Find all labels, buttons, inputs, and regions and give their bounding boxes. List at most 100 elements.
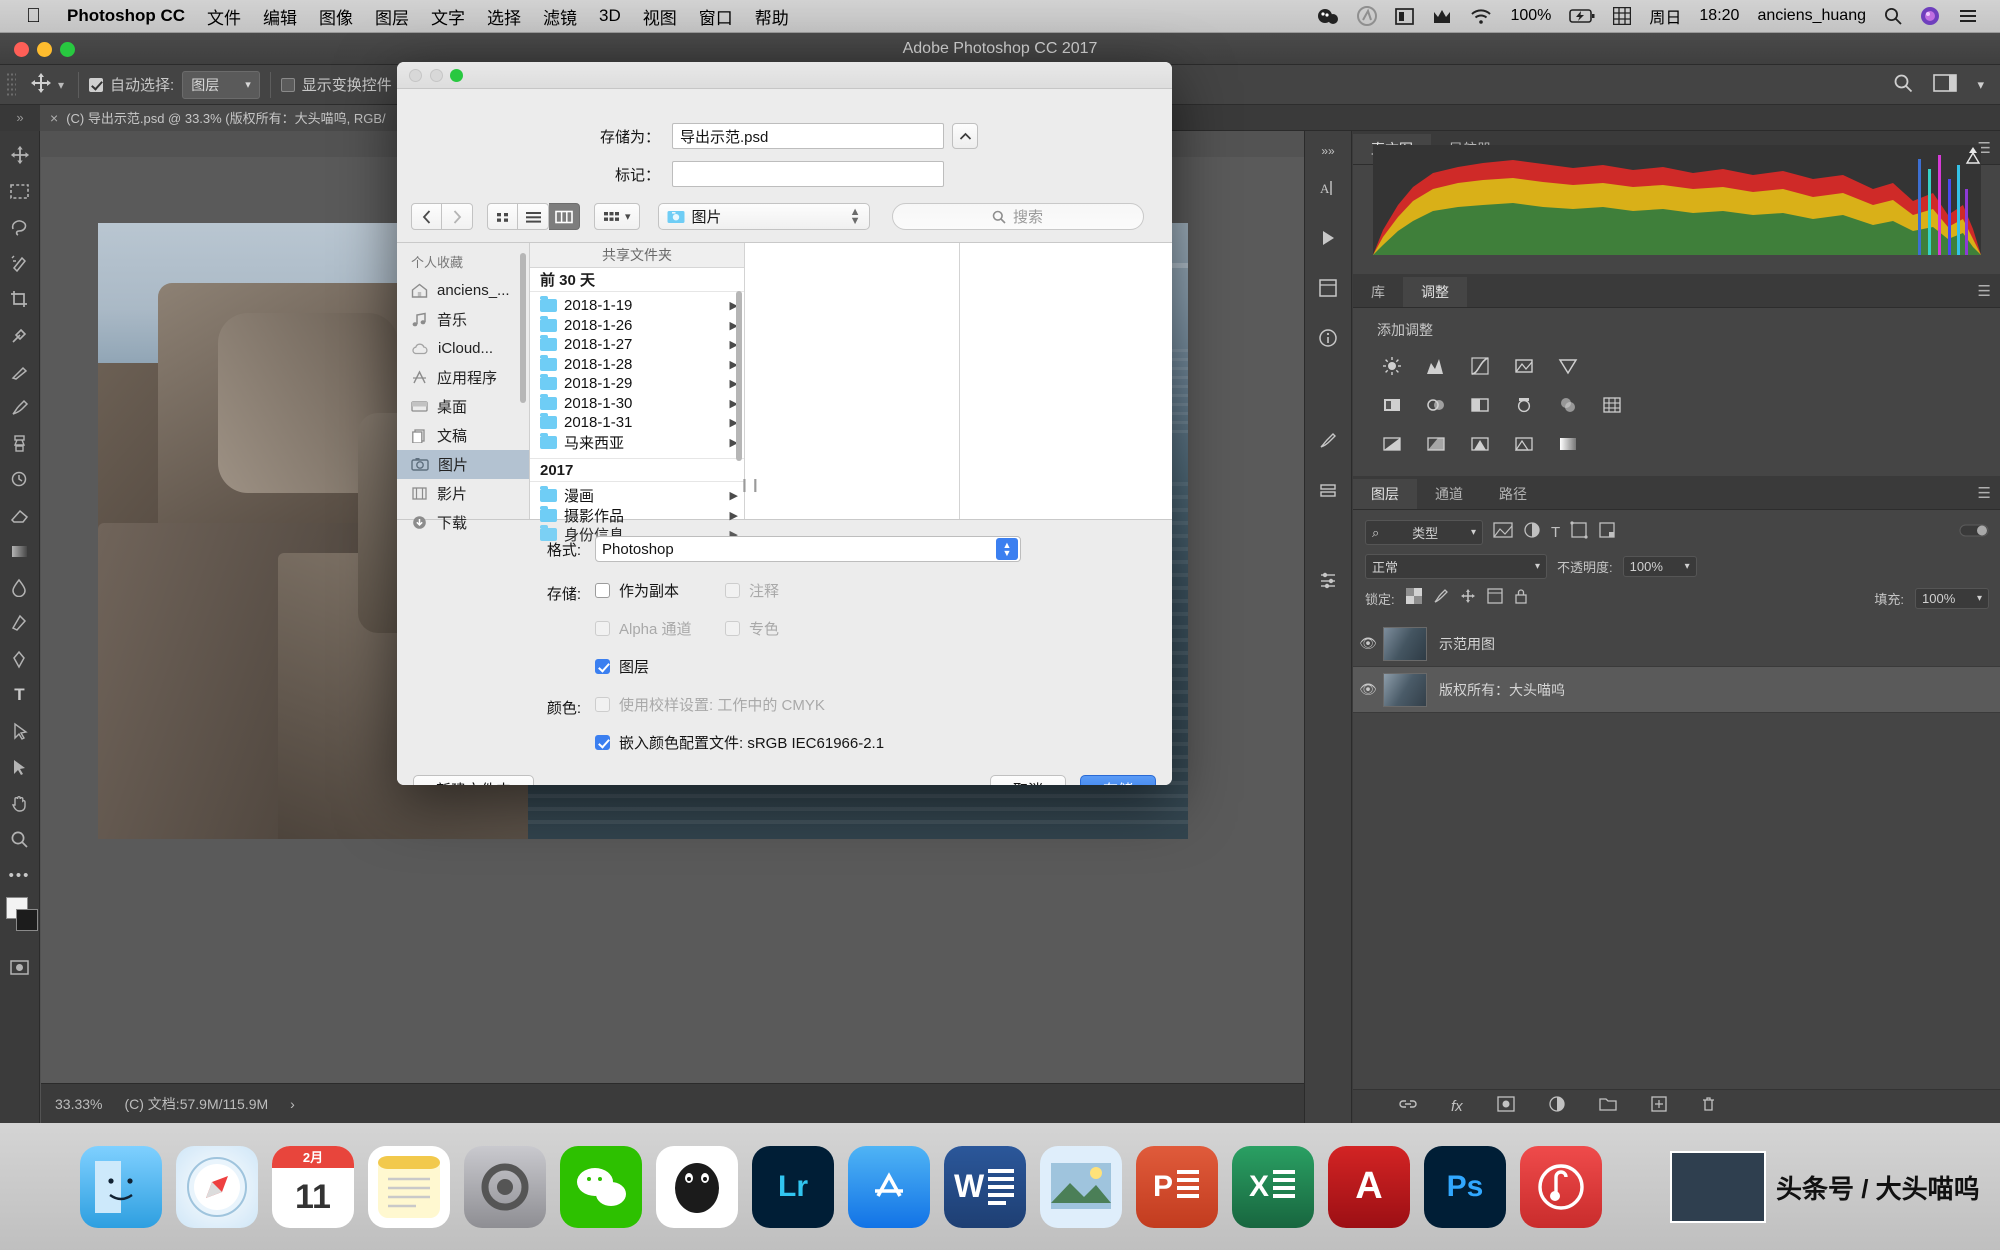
- photo-filter-icon[interactable]: [1509, 392, 1539, 418]
- checkbox-box[interactable]: [595, 659, 610, 674]
- quick-mask-toggle[interactable]: [0, 949, 39, 985]
- menu-edit[interactable]: 编辑: [263, 4, 297, 29]
- list-item[interactable]: 2018-1-27 ▶: [530, 335, 744, 355]
- search-input[interactable]: 搜索: [891, 203, 1144, 230]
- creative-cloud-icon[interactable]: [1357, 6, 1378, 26]
- view-as-icons-button[interactable]: [487, 203, 518, 230]
- tab-channels[interactable]: 通道: [1417, 479, 1481, 509]
- lock-all-icon[interactable]: [1514, 588, 1528, 609]
- background-color-swatch[interactable]: [16, 909, 38, 931]
- new-fill-adjustment-icon[interactable]: [1549, 1096, 1565, 1117]
- wifi-icon[interactable]: [1470, 8, 1492, 24]
- auto-select-checkbox[interactable]: [89, 77, 104, 92]
- list-item[interactable]: 漫画 ▶: [530, 486, 744, 506]
- format-dropdown[interactable]: Photoshop ▲ ▼: [595, 536, 1021, 562]
- lock-artboard-icon[interactable]: [1486, 588, 1503, 609]
- sidebar-item-documents[interactable]: 文稿: [397, 421, 529, 450]
- rail-info-icon[interactable]: [1305, 313, 1351, 363]
- lock-transparent-pixels-icon[interactable]: [1405, 588, 1422, 609]
- filter-smart-object-icon[interactable]: [1598, 521, 1616, 544]
- layer-visibility-icon[interactable]: 👁: [1353, 635, 1383, 652]
- filter-type-icon[interactable]: T: [1551, 524, 1560, 541]
- tool-dodge[interactable]: [0, 605, 39, 641]
- checkbox-box[interactable]: [595, 735, 610, 750]
- sidebar-item-music[interactable]: 音乐: [397, 305, 529, 334]
- dock-item-system-preferences[interactable]: [464, 1145, 546, 1228]
- rail-adjustments-icon[interactable]: [1305, 555, 1351, 605]
- tool-clone-stamp[interactable]: [0, 425, 39, 461]
- link-layers-icon[interactable]: [1399, 1096, 1417, 1117]
- table-row[interactable]: 👁 示范用图: [1353, 621, 2000, 667]
- delete-layer-icon[interactable]: [1701, 1096, 1716, 1117]
- curves-icon[interactable]: [1465, 353, 1495, 379]
- threshold-icon[interactable]: [1465, 431, 1495, 457]
- dialog-zoom-button[interactable]: [450, 69, 463, 82]
- color-lookup-icon[interactable]: [1597, 392, 1627, 418]
- dock-item-app-store[interactable]: [848, 1145, 930, 1228]
- lock-image-pixels-icon[interactable]: [1433, 588, 1449, 609]
- bartender-icon[interactable]: [1317, 7, 1339, 25]
- view-as-list-button[interactable]: [518, 203, 549, 230]
- user-name[interactable]: anciens_huang: [1757, 7, 1866, 25]
- layers-panel-menu-icon[interactable]: ☰: [1978, 484, 1991, 502]
- checkbox-box[interactable]: [595, 583, 610, 598]
- dock-item-finder[interactable]: [80, 1145, 162, 1228]
- posterize-icon[interactable]: [1421, 431, 1451, 457]
- new-folder-button[interactable]: 新建文件夹: [413, 775, 535, 785]
- lock-position-icon[interactable]: [1460, 588, 1476, 609]
- tool-healing-brush[interactable]: [0, 353, 39, 389]
- dock-item-safari[interactable]: [176, 1145, 258, 1228]
- tool-eyedropper[interactable]: [0, 317, 39, 353]
- rail-character-panel-icon[interactable]: A: [1305, 163, 1351, 213]
- new-layer-icon[interactable]: [1651, 1096, 1667, 1117]
- layer-visibility-icon[interactable]: 👁: [1353, 681, 1383, 698]
- save-as-dialog[interactable]: 存储为： 导出示范.psd 标记： ▾ 图片 ▲ ▼ 搜索 个人收藏 ancie…: [397, 62, 1172, 785]
- hue-saturation-icon[interactable]: [1377, 392, 1407, 418]
- rail-collapse-icon[interactable]: »»: [1305, 139, 1351, 163]
- workspace-switcher-icon[interactable]: [1933, 73, 1958, 96]
- filter-adjustment-icon[interactable]: [1523, 521, 1541, 544]
- list-item[interactable]: 2018-1-30 ▶: [530, 393, 744, 414]
- menu-select[interactable]: 选择: [487, 4, 521, 29]
- opacity-value-field[interactable]: 100% ▾: [1622, 556, 1697, 577]
- tool-marquee[interactable]: [0, 173, 39, 209]
- window-close-button[interactable]: [14, 42, 29, 57]
- dock-item-powerpoint[interactable]: P: [1136, 1145, 1218, 1228]
- brightness-contrast-icon[interactable]: [1377, 353, 1407, 379]
- tool-move[interactable]: [0, 137, 39, 173]
- dock-item-netease-music[interactable]: [1520, 1145, 1602, 1228]
- display-icon[interactable]: [1395, 7, 1415, 26]
- invert-icon[interactable]: [1377, 431, 1407, 457]
- sidebar-item-downloads[interactable]: 下载: [397, 508, 529, 537]
- list-item[interactable]: 2018-1-31 ▶: [530, 413, 744, 433]
- back-button[interactable]: [411, 203, 442, 230]
- list-item[interactable]: 2018-1-29 ▶: [530, 374, 744, 394]
- gradient-map-icon[interactable]: [1553, 431, 1583, 457]
- dock-item-lightroom[interactable]: Lr: [752, 1145, 834, 1228]
- tool-quick-selection[interactable]: [0, 245, 39, 281]
- exposure-icon[interactable]: [1509, 353, 1539, 379]
- spotlight-search-icon[interactable]: [1884, 7, 1902, 25]
- menu-layer[interactable]: 图层: [375, 4, 409, 29]
- dock-item-calendar[interactable]: 2月 11: [272, 1145, 354, 1228]
- channel-mixer-icon[interactable]: [1553, 392, 1583, 418]
- tool-hand[interactable]: [0, 785, 39, 821]
- tool-eraser[interactable]: [0, 497, 39, 533]
- color-balance-icon[interactable]: [1421, 392, 1451, 418]
- menu-view[interactable]: 视图: [643, 4, 677, 29]
- menu-filter[interactable]: 滤镜: [543, 4, 577, 29]
- save-button[interactable]: 存储: [1079, 775, 1156, 785]
- menubar-app-name[interactable]: Photoshop CC: [67, 6, 185, 26]
- list-item[interactable]: 2018-1-28 ▶: [530, 354, 744, 375]
- menu-type[interactable]: 文字: [431, 4, 465, 29]
- column-resize-handle[interactable]: ❙❙: [739, 477, 963, 493]
- foreground-background-colors[interactable]: [0, 893, 39, 941]
- move-tool-icon[interactable]: [30, 72, 52, 98]
- tab-adjustments[interactable]: 调整: [1403, 277, 1467, 307]
- layer-filter-type-dropdown[interactable]: ⌕ 类型 ▾: [1365, 520, 1483, 545]
- input-source-icon[interactable]: [1613, 7, 1632, 25]
- adjustments-panel-menu-icon[interactable]: ☰: [1978, 282, 1991, 300]
- tool-blur[interactable]: [0, 569, 39, 605]
- tool-zoom[interactable]: [0, 821, 39, 857]
- tools-collapse-button[interactable]: »: [0, 104, 40, 131]
